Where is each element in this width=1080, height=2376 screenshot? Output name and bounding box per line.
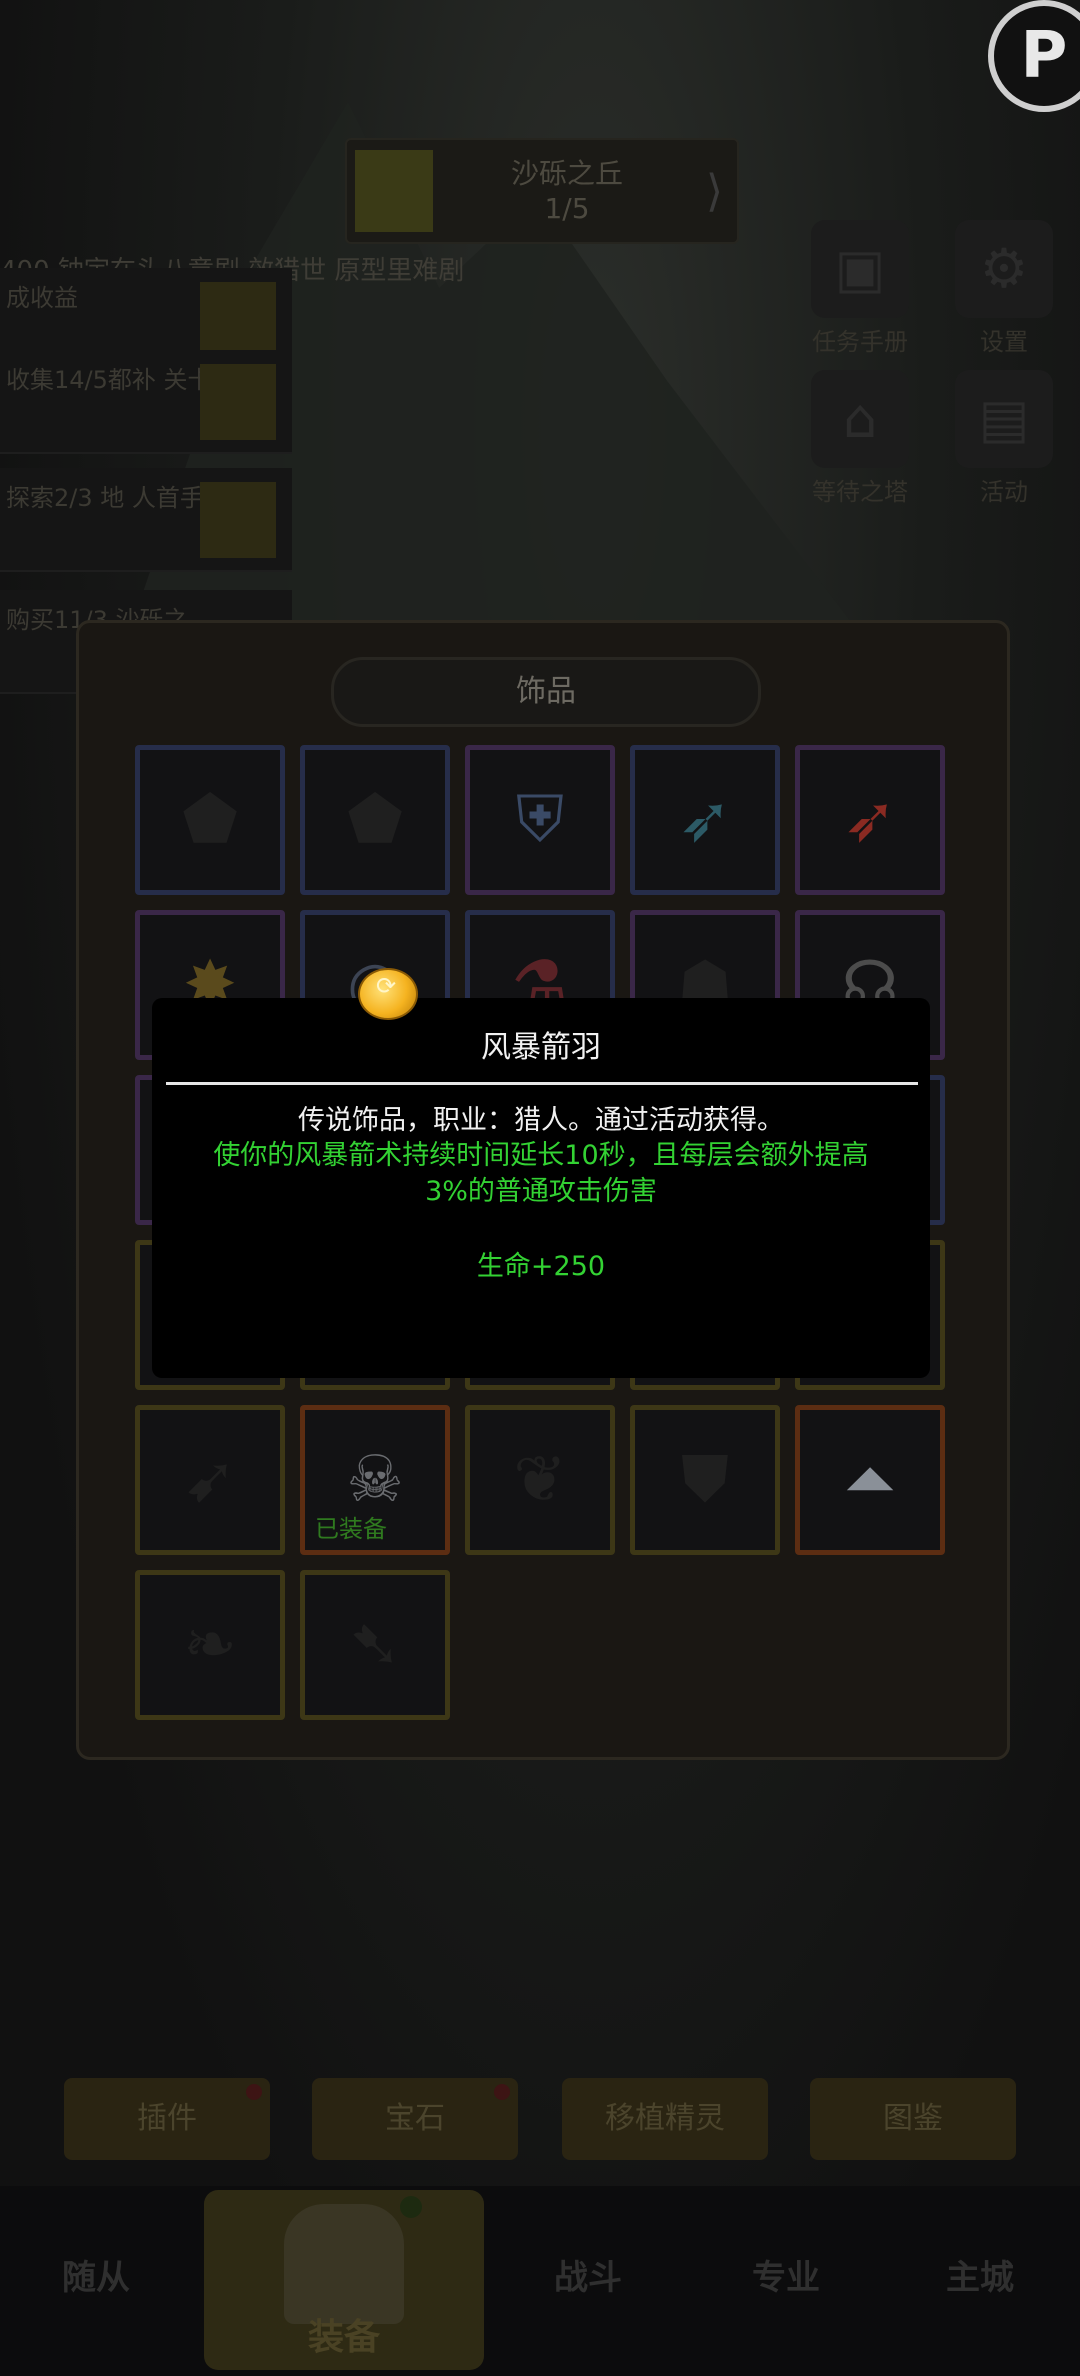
tooltip-info: 传说饰品，职业：猎人。通过活动获得。 — [298, 1105, 784, 1136]
quest-item: 收集14/5都补 关卡 — [0, 350, 292, 454]
map-name: 沙砾之丘 — [510, 157, 623, 190]
bottom-nav — [0, 2186, 1080, 2376]
tooltip-description: 使你的风暴箭术持续时间延长10秒，且每层会额外提高3%的普通攻击伤害 — [213, 1140, 869, 1207]
settings-button: ⚙ 设置 — [944, 220, 1064, 357]
next-map-icon: ⟩ — [705, 166, 723, 217]
hood-icon: ⏶ — [844, 1443, 896, 1517]
armor-icon: ⛊ — [681, 1443, 729, 1517]
accessory-slot[interactable]: ☠ 已装备 — [300, 1405, 450, 1555]
quest-reward-icon — [200, 482, 276, 558]
gem-label: 宝石 — [385, 2101, 445, 2136]
quest-item: 探索2/3 地 人首手 — [0, 468, 292, 572]
quest-label: 收集14/5都补 关卡 — [6, 366, 212, 394]
coin-mark: ⟳ — [375, 972, 397, 1000]
tab-battle: 战斗 — [554, 2258, 622, 2298]
accessory-slot[interactable]: ⛨ — [465, 745, 615, 895]
tooltip-title: 风暴箭羽 — [481, 1030, 601, 1065]
accessory-slot[interactable]: ➷ — [300, 1570, 450, 1720]
quest-reward-icon — [200, 282, 276, 358]
map-progress: 1/5 — [544, 192, 590, 225]
scroll-icon: ▤ — [955, 370, 1053, 468]
accessory-slot[interactable]: ➶ — [630, 745, 780, 895]
shield-accessory-icon: ⬟ — [182, 783, 238, 857]
tower-icon: ⌂ — [811, 370, 909, 468]
handbook-button: ▣ 任务手册 — [800, 220, 920, 357]
accessory-slot[interactable]: ❦ — [465, 1405, 615, 1555]
shield-accessory-icon: ⬟ — [347, 783, 403, 857]
codex-button: 图鉴 — [810, 2078, 1016, 2160]
tab-equip-label: 装备 — [307, 2317, 380, 2358]
item-tooltip[interactable]: ⟳ 风暴箭羽 传说饰品，职业：猎人。通过活动获得。 使你的风暴箭术持续时间延长1… — [152, 968, 930, 1378]
map-banner: 沙砾之丘 1/5 ⟩ — [345, 138, 739, 244]
horn-icon: ➹ — [183, 1443, 237, 1517]
accessory-slot[interactable]: ➹ — [135, 1405, 285, 1555]
tooltip-stat: 生命+250 — [476, 1251, 606, 1282]
tower-label: 等待之塔 — [812, 478, 908, 506]
accessory-slot[interactable]: ❧ — [135, 1570, 285, 1720]
accessory-slot[interactable]: ➶ — [795, 745, 945, 895]
flag-icon — [355, 150, 433, 232]
tab-city: 主城 — [946, 2258, 1014, 2298]
tooltip-divider — [166, 1082, 918, 1085]
accessory-slot[interactable]: ⛊ — [630, 1405, 780, 1555]
notification-dot — [246, 2084, 262, 2100]
gem-button: 宝石 — [312, 2078, 518, 2160]
notification-badge — [400, 2196, 422, 2218]
settings-label: 设置 — [980, 328, 1028, 356]
tab-equip: 装备 — [204, 2190, 484, 2370]
panel-title: 饰品 — [331, 657, 761, 727]
blue-shield-icon: ⛨ — [516, 783, 564, 857]
tab-profession: 专业 — [752, 2258, 820, 2298]
leaf-blade-icon: ➷ — [348, 1608, 402, 1682]
accessory-slot[interactable]: ⏶ — [795, 1405, 945, 1555]
quest-label: 探索2/3 地 人首手 — [6, 484, 204, 512]
book-icon: ▣ — [811, 220, 909, 318]
bat-wing-icon: ❦ — [513, 1443, 567, 1517]
codex-label: 图鉴 — [883, 2101, 943, 2136]
quest-reward-icon — [200, 364, 276, 440]
handbook-label: 任务手册 — [812, 328, 908, 356]
blue-feather-icon: ➶ — [678, 783, 732, 857]
activity-button: ▤ 活动 — [944, 370, 1064, 507]
transplant-button: 移植精灵 — [562, 2078, 768, 2160]
accessory-slot[interactable]: ⬟ — [300, 745, 450, 895]
plugin-button: 插件 — [64, 2078, 270, 2160]
equipped-tag: 已装备 — [315, 1515, 387, 1543]
quest-label: 成收益 — [6, 284, 78, 312]
transplant-label: 移植精灵 — [605, 2101, 725, 2136]
notification-dot — [494, 2084, 510, 2100]
red-feather-icon: ➶ — [843, 783, 897, 857]
plugin-label: 插件 — [137, 2101, 197, 2136]
activity-label: 活动 — [980, 478, 1028, 506]
pepper-icon: ❧ — [183, 1608, 237, 1682]
tab-companion: 随从 — [62, 2258, 130, 2298]
tower-button: ⌂ 等待之塔 — [800, 370, 920, 507]
accessory-slot[interactable]: ⬟ — [135, 745, 285, 895]
vest-icon — [284, 2204, 404, 2324]
gear-icon: ⚙ — [955, 220, 1053, 318]
